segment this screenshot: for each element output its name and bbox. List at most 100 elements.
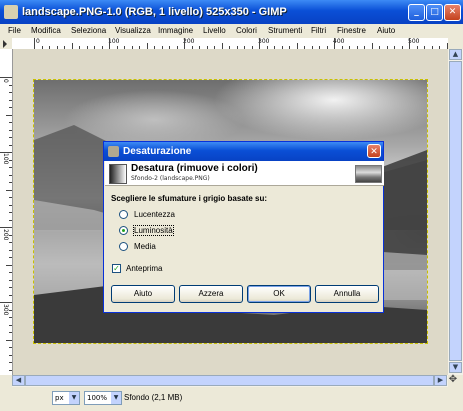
- window-titlebar[interactable]: landscape.PNG-1.0 (RGB, 1 livello) 525x3…: [0, 0, 463, 24]
- close-button[interactable]: ✕: [444, 4, 461, 21]
- unit-selector[interactable]: px ▼: [52, 391, 80, 405]
- ruler-tick: [0, 302, 12, 303]
- ruler-tick: [259, 38, 260, 49]
- radio-luminosita[interactable]: [119, 226, 128, 235]
- radio-lucentezza[interactable]: [119, 210, 128, 219]
- ruler-tick: [9, 347, 12, 348]
- vertical-scrollbar[interactable]: ▲ ▼: [448, 49, 463, 375]
- ruler-tick: [9, 272, 12, 273]
- ruler-tick: [9, 354, 12, 356]
- menu-immagine[interactable]: Immagine: [158, 26, 193, 35]
- dropdown-arrow-icon: ▼: [69, 392, 79, 404]
- radio-media[interactable]: [119, 242, 128, 251]
- dialog-header-subtitle: Sfondo-2 (landscape.PNG): [131, 175, 210, 182]
- dialog-close-button[interactable]: ✕: [367, 144, 381, 158]
- desaturate-dialog: Desaturazione ✕ Desatura (rimuove i colo…: [103, 141, 384, 313]
- ruler-tick: [409, 38, 410, 49]
- ok-button[interactable]: OK: [247, 285, 311, 303]
- preview-label[interactable]: Anteprima: [126, 264, 162, 273]
- ruler-tick: [9, 167, 12, 168]
- dropdown-arrow-icon: ▼: [111, 392, 121, 404]
- ruler-tick: [9, 197, 12, 198]
- ruler-tick: [9, 159, 12, 161]
- ruler-label: 0: [2, 79, 9, 83]
- scroll-left-icon[interactable]: ◀: [12, 375, 25, 386]
- ruler-tick: [9, 107, 12, 108]
- scroll-down-icon[interactable]: ▼: [449, 362, 462, 373]
- ruler-tick: [9, 309, 12, 311]
- menu-visualizza[interactable]: Visualizza: [115, 26, 151, 35]
- gimp-image-window: landscape.PNG-1.0 (RGB, 1 livello) 525x3…: [0, 0, 463, 411]
- radio-label-media[interactable]: Media: [134, 242, 156, 251]
- ruler-tick: [9, 242, 12, 243]
- ruler-tick: [9, 234, 12, 236]
- ruler-tick: [9, 317, 12, 318]
- navigate-icon[interactable]: ✥: [446, 373, 460, 387]
- ruler-tick: [9, 174, 12, 176]
- ruler-tick: [9, 122, 12, 123]
- horizontal-scrollbar[interactable]: ◀ ▶: [12, 375, 448, 387]
- preview-checkbox[interactable]: ✓: [112, 264, 121, 273]
- zoom-value: 100%: [87, 394, 108, 402]
- vertical-scroll-thumb[interactable]: [449, 61, 462, 361]
- maximize-button[interactable]: □: [426, 4, 443, 21]
- layer-thumbnail: [355, 165, 382, 183]
- ruler-tick: [9, 129, 12, 131]
- menu-finestre[interactable]: Finestre: [337, 26, 366, 35]
- ruler-label: 0: [36, 38, 40, 45]
- ruler-tick: [109, 38, 110, 49]
- ruler-label: 300: [2, 304, 9, 316]
- desaturate-icon: [109, 164, 127, 184]
- ruler-tick: [334, 38, 335, 49]
- ruler-tick: [9, 182, 12, 183]
- ruler-tick: [9, 362, 12, 363]
- ruler-tick: [9, 137, 12, 138]
- ruler-tick: [184, 38, 185, 49]
- ruler-tick: [9, 99, 12, 101]
- ruler-tick: [34, 38, 35, 49]
- dialog-titlebar[interactable]: Desaturazione ✕: [104, 142, 383, 161]
- dialog-title: Desaturazione: [123, 146, 192, 157]
- zoom-selector[interactable]: 100% ▼: [84, 391, 122, 405]
- ruler-tick: [6, 264, 12, 266]
- scroll-up-icon[interactable]: ▲: [449, 49, 462, 60]
- ruler-tick: [6, 339, 12, 341]
- ruler-tick: [9, 249, 12, 251]
- menu-aiuto[interactable]: Aiuto: [377, 26, 395, 35]
- ruler-tick: [9, 294, 12, 296]
- horizontal-scroll-thumb[interactable]: [25, 375, 434, 386]
- menu-arrow-icon: [3, 40, 7, 48]
- menu-strumenti[interactable]: Strumenti: [268, 26, 302, 35]
- radio-label-lucentezza[interactable]: Lucentezza: [134, 210, 175, 219]
- quick-mask-button[interactable]: [448, 38, 463, 49]
- gimp-app-icon: [4, 5, 18, 19]
- menu-colori[interactable]: Colori: [236, 26, 257, 35]
- cancel-button[interactable]: Annulla: [315, 285, 379, 303]
- menu-seleziona[interactable]: Seleziona: [71, 26, 106, 35]
- ruler-tick: [0, 77, 12, 78]
- vertical-ruler[interactable]: 0 100 200 300: [0, 49, 13, 375]
- help-button[interactable]: Aiuto: [111, 285, 175, 303]
- menu-modifica[interactable]: Modifica: [31, 26, 61, 35]
- ruler-tick: [9, 84, 12, 86]
- ruler-tick: [9, 257, 12, 258]
- ruler-tick: [9, 324, 12, 326]
- ruler-tick: [9, 144, 12, 146]
- ruler-tick: [9, 332, 12, 333]
- unit-value: px: [55, 394, 64, 402]
- ruler-tick: [9, 204, 12, 206]
- minimize-button[interactable]: _: [408, 4, 425, 21]
- radio-label-luminosita[interactable]: Luminosità: [133, 225, 174, 236]
- ruler-tick: [6, 114, 12, 116]
- menu-file[interactable]: File: [8, 26, 21, 35]
- ruler-tick: [9, 287, 12, 288]
- grayscale-prompt: Scegliere le sfumature i grigio basate s…: [111, 194, 268, 203]
- menu-livello[interactable]: Livello: [203, 26, 226, 35]
- reset-button[interactable]: Azzera: [179, 285, 243, 303]
- ruler-tick: [0, 152, 12, 153]
- ruler-tick: [6, 189, 12, 191]
- ruler-tick: [9, 219, 12, 221]
- dialog-header: Desatura (rimuove i colori) Sfondo-2 (la…: [105, 161, 384, 186]
- ruler-tick: [9, 279, 12, 281]
- menu-filtri[interactable]: Filtri: [311, 26, 326, 35]
